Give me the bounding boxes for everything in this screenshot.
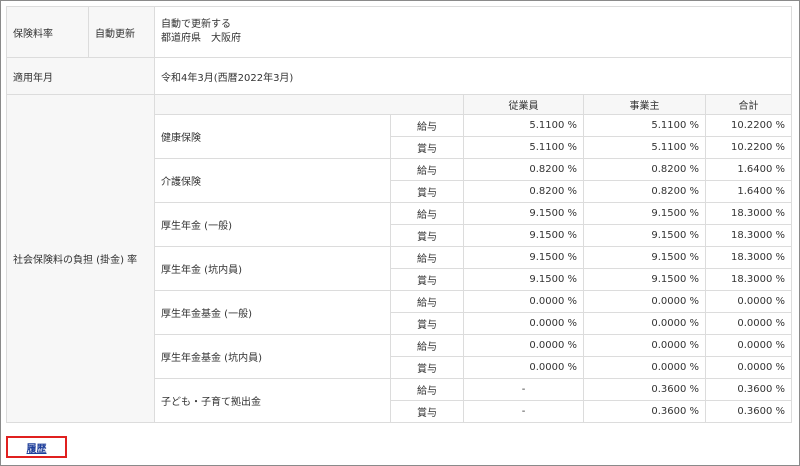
header-blank <box>154 94 464 115</box>
insurance-type-name: 厚生年金基金 (一般) <box>154 290 391 335</box>
pay-type: 賞与 <box>390 268 464 291</box>
employee-rate: 0.0000 % <box>463 356 584 379</box>
employer-rate: 5.1100 % <box>583 136 706 159</box>
employer-rate: 0.0000 % <box>583 290 706 313</box>
total-rate: 0.0000 % <box>704 356 793 379</box>
employer-rate: 9.1500 % <box>583 202 706 225</box>
total-rate: 0.0000 % <box>704 290 793 313</box>
pay-type: 給与 <box>390 202 464 225</box>
employee-rate: 9.1500 % <box>463 268 584 291</box>
pay-type: 給与 <box>390 158 464 181</box>
total-rate: 0.0000 % <box>704 312 793 335</box>
total-rate: 18.3000 % <box>704 224 793 247</box>
employee-rate: 9.1500 % <box>463 246 584 269</box>
employer-rate: 5.1100 % <box>583 114 706 137</box>
employee-rate: 0.0000 % <box>463 334 584 357</box>
employee-rate: 0.8200 % <box>463 158 584 181</box>
insurance-type-name: 子ども・子育て拠出金 <box>154 378 391 423</box>
insurance-type-name: 健康保険 <box>154 114 391 159</box>
pay-type: 賞与 <box>390 312 464 335</box>
total-rate: 0.3600 % <box>704 378 793 401</box>
applicable-month-label: 適用年月 <box>6 57 155 95</box>
insurance-type-name: 厚生年金 (一般) <box>154 202 391 247</box>
total-rate: 18.3000 % <box>704 246 793 269</box>
insurance-rate-label: 保険料率 <box>6 6 89 58</box>
history-button[interactable]: 履歴 <box>6 436 67 458</box>
total-rate: 18.3000 % <box>704 268 793 291</box>
employee-rate: 5.1100 % <box>463 114 584 137</box>
total-rate: 0.0000 % <box>704 334 793 357</box>
total-rate: 18.3000 % <box>704 202 793 225</box>
employer-rate: 0.0000 % <box>583 356 706 379</box>
pay-type: 賞与 <box>390 180 464 203</box>
employer-rate: 0.3600 % <box>583 400 706 423</box>
header-employee: 従業員 <box>463 94 584 115</box>
total-rate: 1.6400 % <box>704 158 793 181</box>
pay-type: 賞与 <box>390 224 464 247</box>
employer-rate: 0.8200 % <box>583 158 706 181</box>
employee-rate: 9.1500 % <box>463 202 584 225</box>
insurance-type-name: 厚生年金 (坑内員) <box>154 246 391 291</box>
insurance-rate-row: 保険料率 自動更新 自動で更新する 都道府県 大阪府 <box>6 6 793 58</box>
employer-rate: 0.0000 % <box>583 312 706 335</box>
pay-type: 給与 <box>390 114 464 137</box>
insurance-type-name: 厚生年金基金 (坑内員) <box>154 334 391 379</box>
pay-type: 給与 <box>390 378 464 401</box>
employee-rate: 9.1500 % <box>463 224 584 247</box>
rate-header-row: 社会保険料の負担 (掛金) 率 従業員 事業主 合計 <box>6 94 793 423</box>
employer-rate: 0.0000 % <box>583 334 706 357</box>
insurance-settings-table: 保険料率 自動更新 自動で更新する 都道府県 大阪府 適用年月 令和4年3月(西… <box>6 6 793 423</box>
pay-type: 賞与 <box>390 400 464 423</box>
applicable-month-row: 適用年月 令和4年3月(西暦2022年3月) <box>6 57 793 95</box>
insurance-type-name: 介護保険 <box>154 158 391 203</box>
employee-rate: 5.1100 % <box>463 136 584 159</box>
pay-type: 賞与 <box>390 136 464 159</box>
total-rate: 10.2200 % <box>704 114 793 137</box>
total-rate: 0.3600 % <box>704 400 793 423</box>
employee-rate: - <box>463 400 584 423</box>
burden-rate-label: 社会保険料の負担 (掛金) 率 <box>6 94 155 423</box>
applicable-month-value: 令和4年3月(西暦2022年3月) <box>153 57 793 95</box>
header-total: 合計 <box>704 94 793 115</box>
employer-rate: 9.1500 % <box>583 268 706 291</box>
pay-type: 賞与 <box>390 356 464 379</box>
employer-rate: 0.3600 % <box>583 378 706 401</box>
employee-rate: 0.0000 % <box>463 290 584 313</box>
employer-rate: 0.8200 % <box>583 180 706 203</box>
employee-rate: - <box>463 378 584 401</box>
total-rate: 1.6400 % <box>704 180 793 203</box>
pay-type: 給与 <box>390 334 464 357</box>
auto-update-value-cell: 自動で更新する 都道府県 大阪府 <box>153 6 793 58</box>
employee-rate: 0.0000 % <box>463 312 584 335</box>
employer-rate: 9.1500 % <box>583 224 706 247</box>
employer-rate: 9.1500 % <box>583 246 706 269</box>
pay-type: 給与 <box>390 246 464 269</box>
auto-update-label: 自動更新 <box>88 6 155 58</box>
pay-type: 給与 <box>390 290 464 313</box>
prefecture-value: 都道府県 大阪府 <box>161 33 241 44</box>
auto-update-value: 自動で更新する <box>161 19 231 30</box>
header-employer: 事業主 <box>583 94 706 115</box>
total-rate: 10.2200 % <box>704 136 793 159</box>
employee-rate: 0.8200 % <box>463 180 584 203</box>
